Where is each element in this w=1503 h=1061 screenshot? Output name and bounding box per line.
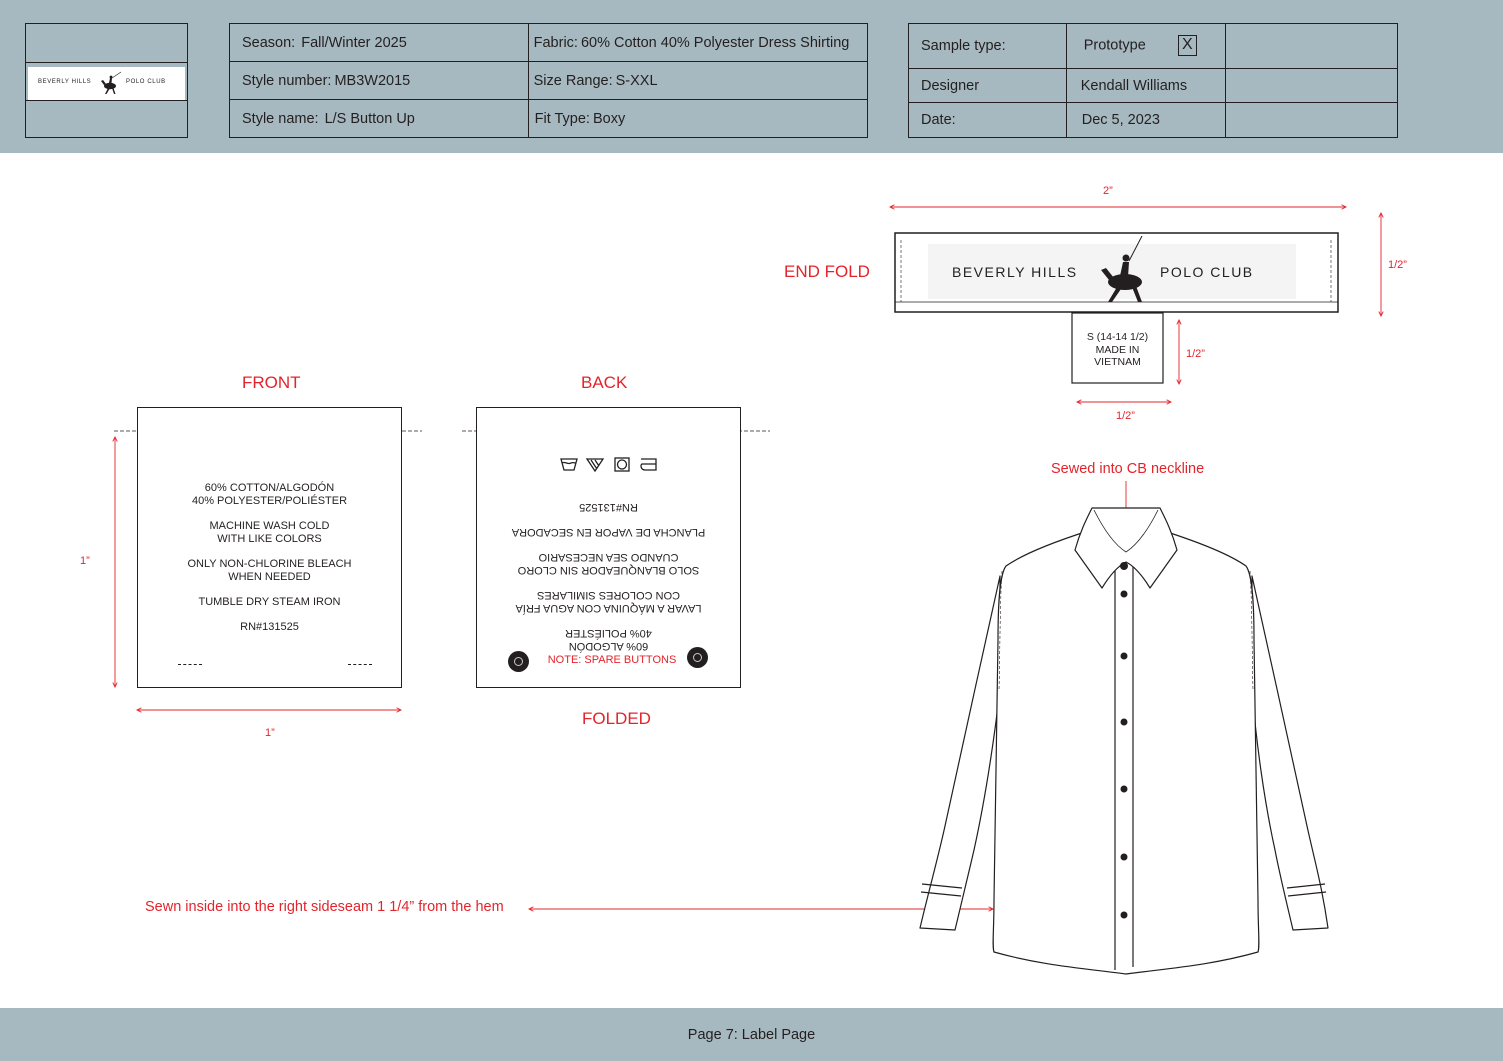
back-care-label: 60% ALGODÓN 40% POLIÉSTER LAVAR A MÁQUIN… [476, 407, 741, 688]
tumble-dry-icon [614, 457, 630, 472]
shirt-button [1120, 853, 1128, 861]
end-fold-height-label: 1/2” [1388, 259, 1407, 271]
back-line: LAVAR A MÁQUINA CON AGUA FRÍA [515, 602, 702, 614]
front-width-label: 1” [265, 727, 275, 739]
back-line: SOLO BLANQUEADOR SIN CLORO [517, 564, 700, 576]
front-line: 40% POLYESTER/POLIÉSTER [191, 495, 348, 507]
iron-icon [640, 458, 657, 471]
left-sleeve [919, 575, 1001, 931]
back-line: RN#131525 [579, 501, 638, 513]
neckline-annotation: Sewed into CB neckline [1051, 461, 1205, 477]
wash-icon [560, 458, 578, 471]
front-line: ONLY NON-CHLORINE BLEACH [187, 558, 352, 570]
back-line: 40% POLIÉSTER [565, 627, 652, 639]
care-symbols [559, 456, 659, 472]
front-care-label: 60% COTTON/ALGODÓN 40% POLYESTER/POLIÉST… [137, 407, 402, 688]
size-tab-country: VIETNAM [1094, 356, 1141, 368]
front-title: FRONT [242, 373, 301, 392]
back-title: BACK [581, 373, 628, 392]
size-tab-width-label: 1/2” [1116, 410, 1135, 422]
shirt-body [992, 530, 1260, 975]
shirt-button [1120, 652, 1128, 660]
end-fold-brand-right: POLO CLUB [1160, 264, 1254, 280]
end-fold-title: END FOLD [784, 262, 870, 281]
front-label-text: 60% COTTON/ALGODÓN 40% POLYESTER/POLIÉST… [138, 482, 401, 634]
front-line: WHEN NEEDED [228, 571, 311, 583]
back-line: CON COLORES SIMILARES [536, 589, 681, 601]
back-label-text: 60% ALGODÓN 40% POLIÉSTER LAVAR A MÁQUIN… [477, 500, 740, 652]
size-tab-text: S (14-14 1/2) MADE IN VIETNAM [1072, 331, 1163, 369]
size-tab-made-in: MADE IN [1095, 343, 1140, 356]
end-fold-brand-left: BEVERLY HILLS [952, 264, 1078, 280]
shirt-button [1120, 590, 1128, 598]
page-number: Page 7: Label Page [687, 1027, 816, 1043]
front-line: WITH LIKE COLORS [217, 533, 322, 545]
shirt-button [1120, 785, 1128, 793]
size-tab-height-label: 1/2” [1186, 348, 1205, 360]
front-line: RN#131525 [240, 621, 299, 633]
shirt-button [1120, 911, 1128, 919]
size-tab-size: S (14-14 1/2) [1086, 331, 1149, 343]
spare-buttons-note: NOTE: SPARE BUTTONS [547, 654, 677, 666]
shirt-sketch [919, 507, 1329, 975]
end-fold-width-label: 2” [1103, 185, 1113, 197]
right-sleeve [1251, 575, 1329, 931]
front-line: TUMBLE DRY STEAM IRON [198, 596, 341, 608]
care-symbols-graphic [560, 457, 657, 472]
shirt-button [1120, 562, 1128, 570]
front-height-label: 1” [80, 555, 90, 567]
back-line: PLANCHA DE VAPOR EN SECADORA [511, 526, 706, 538]
front-line: MACHINE WASH COLD [209, 520, 330, 532]
back-line: CUANDO SEA NECESARIO [538, 551, 679, 563]
sideseam-annotation: Sewn inside into the right sideseam 1 1/… [145, 899, 504, 915]
shirt-button [1120, 718, 1128, 726]
stitch-mark [178, 664, 202, 665]
folded-title: FOLDED [582, 709, 651, 728]
bleach-icon [585, 458, 605, 472]
stitch-mark [348, 664, 372, 665]
front-line: 60% COTTON/ALGODÓN [204, 482, 335, 494]
